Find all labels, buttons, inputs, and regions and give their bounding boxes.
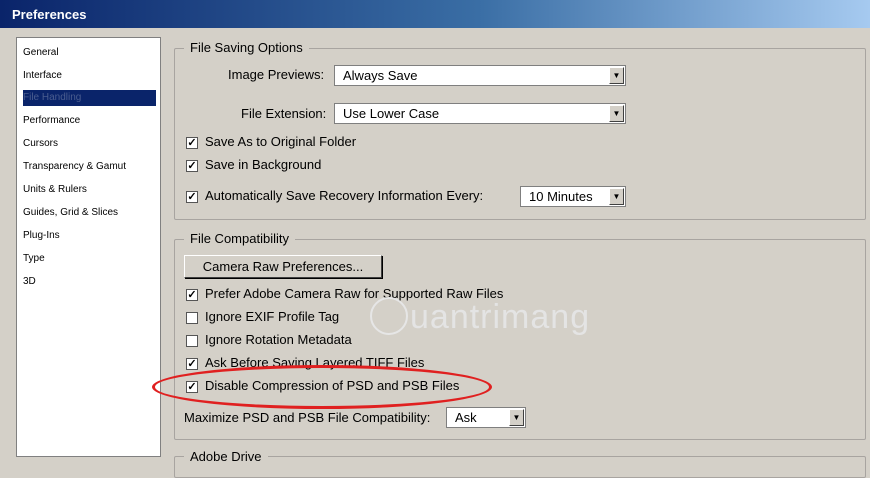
adobe-drive-title: Adobe Drive xyxy=(184,449,268,464)
sidebar-item-transparency-gamut[interactable]: Transparency & Gamut xyxy=(23,159,156,175)
ignore-exif-checkbox[interactable] xyxy=(186,312,198,324)
ignore-rotation-label: Ignore Rotation Metadata xyxy=(205,332,352,347)
image-previews-select[interactable]: Always Save ▼ xyxy=(334,65,626,86)
maximize-compat-select[interactable]: Ask ▼ xyxy=(446,407,526,428)
sidebar-item-interface[interactable]: Interface xyxy=(23,68,156,84)
preferences-sidebar: General Interface File Handling Performa… xyxy=(16,37,161,457)
save-background-label: Save in Background xyxy=(205,157,322,172)
sidebar-item-units-rulers[interactable]: Units & Rulers xyxy=(23,182,156,198)
save-original-checkbox[interactable]: ✓ xyxy=(186,137,198,149)
ignore-rotation-checkbox[interactable] xyxy=(186,335,198,347)
file-compat-title: File Compatibility xyxy=(184,231,295,246)
watermark-logo-icon xyxy=(370,297,408,335)
sidebar-item-type[interactable]: Type xyxy=(23,251,156,267)
file-saving-title: File Saving Options xyxy=(184,40,309,55)
sidebar-item-performance[interactable]: Performance xyxy=(23,113,156,129)
auto-save-label: Automatically Save Recovery Information … xyxy=(205,188,484,203)
title-bar: Preferences xyxy=(0,0,870,28)
adobe-drive-group xyxy=(174,456,866,478)
sidebar-item-plug-ins[interactable]: Plug-Ins xyxy=(23,228,156,244)
window-title: Preferences xyxy=(12,7,87,22)
prefer-acr-checkbox[interactable]: ✓ xyxy=(186,289,198,301)
chevron-down-icon[interactable]: ▼ xyxy=(609,105,624,122)
maximize-compat-value: Ask xyxy=(455,410,477,425)
sidebar-item-file-handling[interactable]: File Handling xyxy=(23,90,156,106)
chevron-down-icon[interactable]: ▼ xyxy=(609,188,624,205)
auto-save-checkbox[interactable]: ✓ xyxy=(186,191,198,203)
file-extension-value: Use Lower Case xyxy=(343,106,440,121)
sidebar-item-general[interactable]: General xyxy=(23,45,156,61)
watermark-text: uantrimang xyxy=(410,298,591,336)
sidebar-item-3d[interactable]: 3D xyxy=(23,274,156,290)
highlight-ellipse xyxy=(152,365,492,409)
ask-tiff-checkbox[interactable]: ✓ xyxy=(186,358,198,370)
maximize-compat-label: Maximize PSD and PSB File Compatibility: xyxy=(184,410,431,425)
image-previews-label: Image Previews: xyxy=(228,67,325,82)
chevron-down-icon[interactable]: ▼ xyxy=(509,409,524,426)
save-background-checkbox[interactable]: ✓ xyxy=(186,160,198,172)
chevron-down-icon[interactable]: ▼ xyxy=(609,67,624,84)
image-previews-value: Always Save xyxy=(343,68,418,83)
file-extension-select[interactable]: Use Lower Case ▼ xyxy=(334,103,626,124)
sidebar-item-cursors[interactable]: Cursors xyxy=(23,136,156,152)
sidebar-item-guides-grid-slices[interactable]: Guides, Grid & Slices xyxy=(23,205,156,221)
auto-save-interval-value: 10 Minutes xyxy=(529,189,593,204)
ignore-exif-label: Ignore EXIF Profile Tag xyxy=(205,309,340,324)
auto-save-interval-select[interactable]: 10 Minutes ▼ xyxy=(520,186,626,207)
file-extension-label: File Extension: xyxy=(241,106,327,121)
camera-raw-preferences-button[interactable]: Camera Raw Preferences... xyxy=(184,255,382,278)
save-original-label: Save As to Original Folder xyxy=(205,134,357,149)
